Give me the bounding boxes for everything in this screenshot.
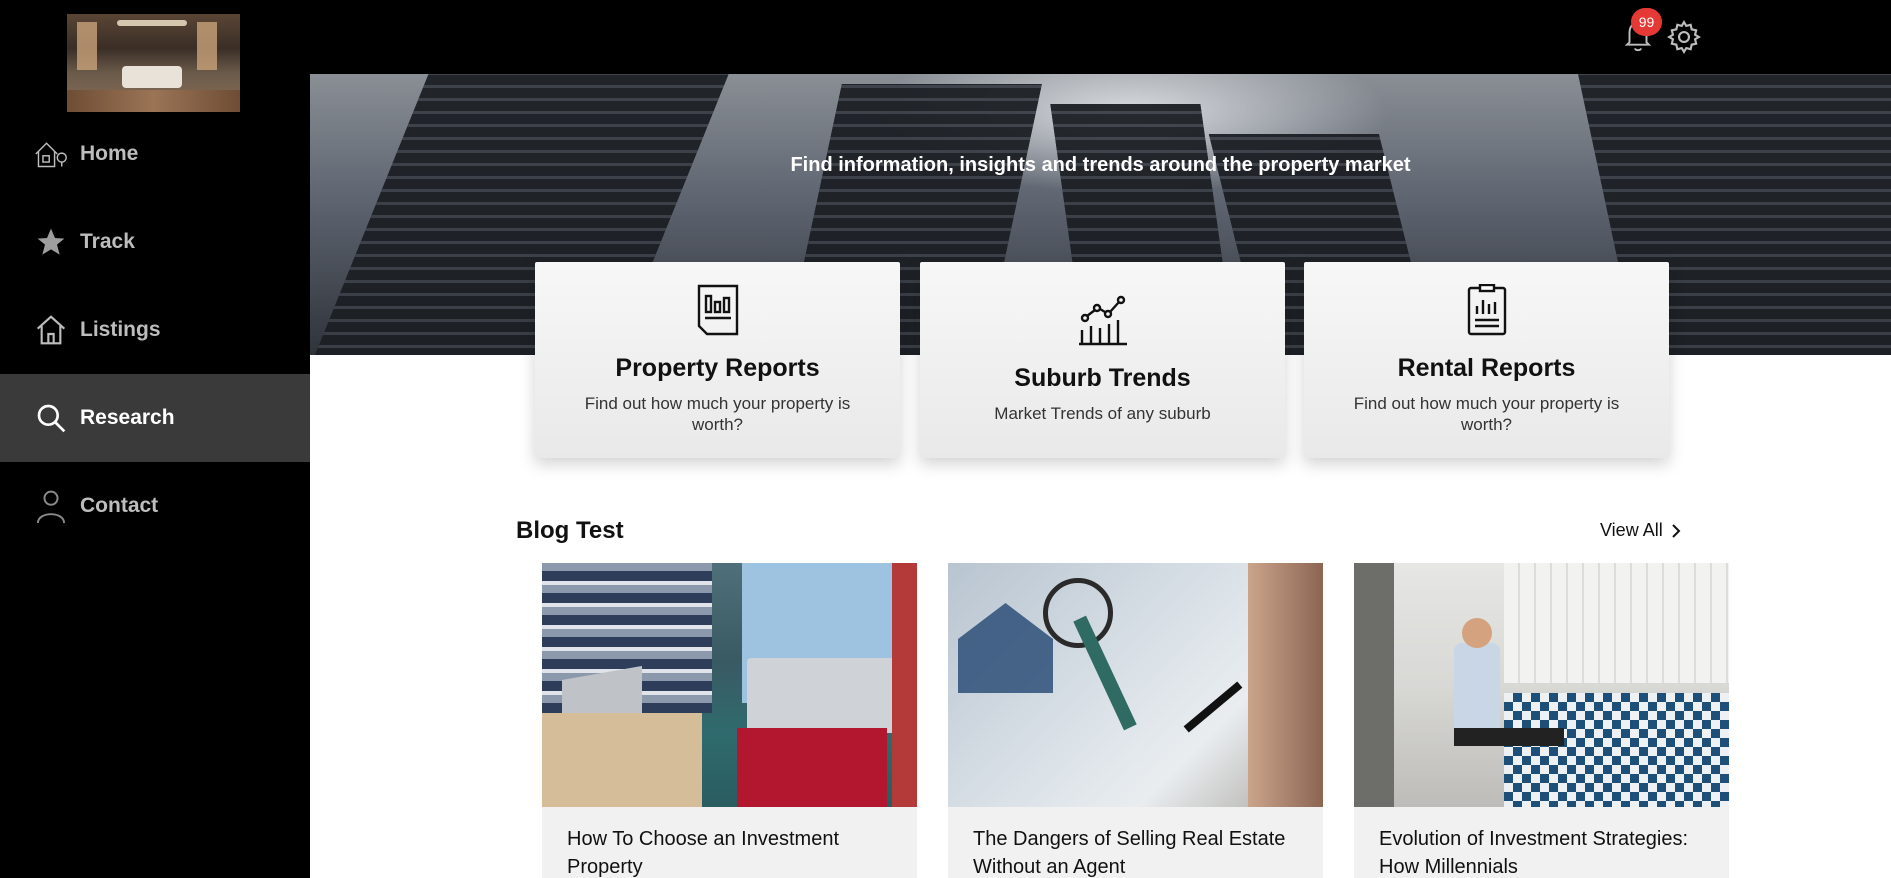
person-icon — [34, 489, 68, 523]
sidebar-item-research[interactable]: Research — [0, 374, 310, 462]
chevron-right-icon — [1671, 523, 1681, 538]
card-title: Suburb Trends — [1014, 364, 1191, 392]
search-icon — [34, 401, 68, 435]
post-title: The Dangers of Selling Real Estate Witho… — [973, 828, 1286, 878]
post-title: How To Choose an Investment Property — [567, 828, 840, 878]
card-description: Find out how much your property is worth… — [584, 394, 851, 434]
card-rental-reports[interactable]: Rental Reports Find out how much your pr… — [1304, 262, 1669, 458]
post-image — [542, 563, 917, 807]
star-icon — [34, 225, 68, 259]
card-description: Find out how much your property is worth… — [1353, 394, 1620, 434]
card-title: Property Reports — [615, 354, 820, 382]
view-all-label: View All — [1600, 520, 1663, 540]
hero-tagline: Find information, insights and trends ar… — [790, 154, 1411, 176]
sidebar-item-label: Contact — [80, 494, 159, 517]
main-content: Find information, insights and trends ar… — [310, 74, 1891, 878]
post-title: Evolution of Investment Strategies: How … — [1379, 828, 1689, 878]
sidebar-item-label: Track — [80, 230, 135, 253]
card-suburb-trends[interactable]: Suburb Trends Market Trends of any subur… — [920, 262, 1285, 458]
trend-chart-icon — [1078, 294, 1128, 346]
sidebar-item-contact[interactable]: Contact — [0, 462, 310, 550]
house-icon — [34, 313, 68, 347]
sidebar-item-label: Listings — [80, 318, 161, 341]
home-tree-icon — [34, 137, 68, 171]
blog-post-card[interactable]: The Dangers of Selling Real Estate Witho… — [948, 563, 1323, 878]
sidebar-item-label: Research — [80, 406, 175, 429]
sidebar-item-listings[interactable]: Listings — [0, 286, 310, 374]
post-image — [948, 563, 1323, 807]
blog-section-title: Blog Test — [516, 517, 624, 544]
blog-post-card[interactable]: How To Choose an Investment Property — [542, 563, 917, 878]
report-document-icon — [693, 284, 743, 336]
post-image — [1354, 563, 1729, 807]
sidebar: Home Track Listings Research Contact — [0, 0, 310, 878]
sidebar-item-home[interactable]: Home — [0, 110, 310, 198]
blog-post-card[interactable]: Evolution of Investment Strategies: How … — [1354, 563, 1729, 878]
gear-icon[interactable] — [1667, 20, 1701, 54]
card-description: Market Trends of any suburb — [994, 404, 1211, 423]
notification-badge: 99 — [1631, 8, 1662, 36]
sidebar-item-track[interactable]: Track — [0, 198, 310, 286]
logo-image[interactable] — [67, 14, 240, 112]
view-all-link[interactable]: View All — [1600, 520, 1681, 541]
card-property-reports[interactable]: Property Reports Find out how much your … — [535, 262, 900, 458]
clipboard-chart-icon — [1462, 283, 1512, 336]
sidebar-item-label: Home — [80, 142, 139, 165]
card-title: Rental Reports — [1397, 354, 1576, 382]
